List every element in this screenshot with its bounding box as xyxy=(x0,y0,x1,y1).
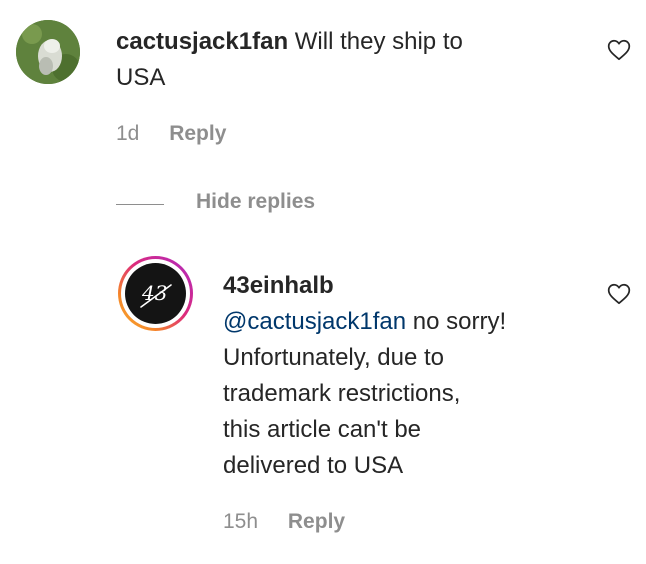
avatar: 43 xyxy=(125,263,186,324)
reply-meta: 15h Reply xyxy=(223,510,345,534)
avatar-logo: 43 xyxy=(140,281,172,308)
heart-icon[interactable] xyxy=(606,281,632,307)
avatar[interactable] xyxy=(16,20,80,84)
reply-body-line: trademark restrictions, xyxy=(223,380,461,407)
divider xyxy=(116,204,164,205)
comment-meta: 1d Reply xyxy=(116,122,226,146)
comment-username[interactable]: cactusjack1fan xyxy=(116,28,288,55)
reply-body-line: this article can't be xyxy=(223,416,422,443)
reply-time: 15h xyxy=(223,510,259,533)
comment-body: Will they ship to xyxy=(294,28,463,55)
hide-replies-button[interactable]: Hide replies xyxy=(196,189,315,215)
story-ring[interactable]: 43 xyxy=(118,256,193,331)
mention-link[interactable]: @cactusjack1fan xyxy=(223,308,406,335)
comment-time: 1d xyxy=(116,122,140,145)
reply-button[interactable]: Reply xyxy=(169,122,226,145)
avatar-photo xyxy=(16,20,80,84)
comment-body-cont: USA xyxy=(116,64,166,91)
comment-text: cactusjack1fan Will they ship to USA xyxy=(116,24,576,96)
reply-body-line: delivered to USA xyxy=(223,452,404,479)
reply-username[interactable]: 43einhalb xyxy=(223,272,334,299)
reply-button[interactable]: Reply xyxy=(288,510,345,533)
heart-icon[interactable] xyxy=(606,37,632,63)
reply-body: no sorry! xyxy=(406,308,507,335)
reply-body-line: Unfortunately, due to xyxy=(223,344,445,371)
reply-text: 43einhalb @cactusjack1fan no sorry! Unfo… xyxy=(223,268,603,484)
avatar-logo-text: 43 xyxy=(141,281,167,305)
